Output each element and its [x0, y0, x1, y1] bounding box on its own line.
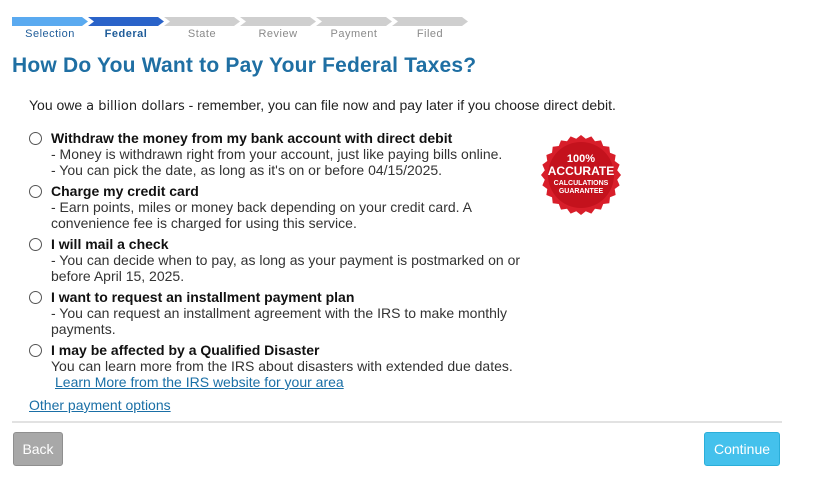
step-label: State: [187, 28, 217, 40]
option-desc-line: - Earn points, miles or money back depen…: [51, 199, 472, 231]
continue-button[interactable]: Continue: [704, 432, 780, 466]
badge-line3: CALCULATIONS: [554, 180, 609, 187]
step-payment: Payment: [316, 17, 392, 41]
option-title: Charge my credit card: [51, 183, 199, 199]
option-desc-line: - You can decide when to pay, as long as…: [51, 252, 521, 284]
owe-prefix: You owe: [29, 97, 83, 113]
owe-amount: a billion dollars: [86, 99, 185, 114]
option-desc-line: You can learn more from the IRS about di…: [51, 358, 513, 374]
step-label: Selection: [25, 28, 75, 40]
option-desc-line: - Money is withdrawn right from your acc…: [51, 146, 503, 162]
other-payment-options-link[interactable]: Other payment options: [29, 397, 171, 413]
footer-divider: [12, 421, 782, 423]
option-credit-card[interactable]: Charge my credit card - Earn points, mil…: [29, 183, 529, 231]
progress-tracker: Selection Federal State Review Payment F…: [12, 17, 472, 41]
payment-options: Withdraw the money from my bank account …: [29, 130, 529, 395]
radio-mail-check[interactable]: [29, 238, 42, 251]
step-review: Review: [240, 17, 316, 41]
amount-owed-text: You owe a billion dollars - remember, yo…: [29, 97, 616, 114]
owe-suffix: - remember, you can file now and pay lat…: [188, 97, 616, 113]
option-direct-debit[interactable]: Withdraw the money from my bank account …: [29, 130, 529, 178]
irs-learn-more-link[interactable]: Learn More from the IRS website for your…: [55, 374, 344, 390]
step-state: State: [164, 17, 240, 41]
option-desc-line: - You can request an installment agreeme…: [51, 305, 508, 337]
step-label: Filed: [416, 28, 444, 40]
step-selection: Selection: [12, 17, 88, 41]
option-title: I may be affected by a Qualified Disaste…: [51, 342, 320, 358]
badge-line2: ACCURATE: [548, 164, 614, 178]
badge-line4: GUARANTEE: [559, 188, 604, 195]
radio-installment-plan[interactable]: [29, 291, 42, 304]
option-title: I will mail a check: [51, 236, 169, 252]
page-title: How Do You Want to Pay Your Federal Taxe…: [12, 54, 477, 77]
option-qualified-disaster[interactable]: I may be affected by a Qualified Disaste…: [29, 342, 529, 390]
step-federal: Federal: [88, 17, 164, 41]
radio-credit-card[interactable]: [29, 185, 42, 198]
option-desc-line: - You can pick the date, as long as it's…: [51, 162, 443, 178]
step-label: Federal: [104, 28, 148, 40]
back-button[interactable]: Back: [13, 432, 63, 466]
option-title: Withdraw the money from my bank account …: [51, 130, 453, 146]
step-filed: Filed: [392, 17, 468, 41]
option-installment-plan[interactable]: I want to request an installment payment…: [29, 289, 529, 337]
step-label: Review: [258, 28, 298, 40]
option-title: I want to request an installment payment…: [51, 289, 355, 305]
radio-qualified-disaster[interactable]: [29, 344, 42, 357]
radio-direct-debit[interactable]: [29, 132, 42, 145]
step-label: Payment: [330, 28, 378, 40]
accuracy-guarantee-badge: 100% ACCURATE CALCULATIONS GUARANTEE: [541, 135, 621, 215]
option-mail-check[interactable]: I will mail a check - You can decide whe…: [29, 236, 529, 284]
